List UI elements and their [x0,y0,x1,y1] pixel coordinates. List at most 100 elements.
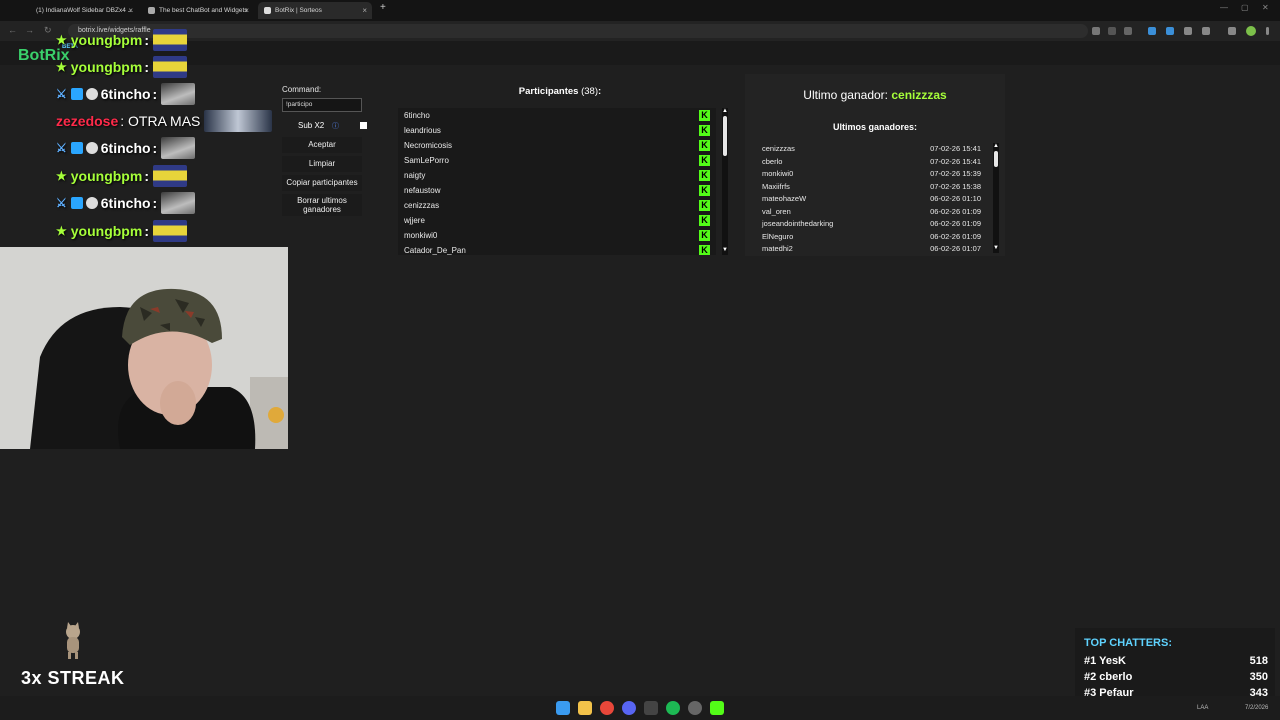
participants-scrollbar[interactable]: ▲ ▼ [722,108,728,255]
table-row: val_oren 06-02-26 01:09 [762,206,981,216]
close-icon[interactable]: × [244,6,249,15]
kick-icon: K [699,110,710,121]
table-row: mateohazeW 06-02-26 01:10 [762,194,981,203]
star-icon[interactable] [1124,27,1132,35]
winners-scrollbar[interactable]: ▲ ▼ [993,143,999,253]
sub-badge-icon: ★ [56,169,67,183]
close-window-icon[interactable]: ✕ [1262,3,1269,12]
scroll-down-icon[interactable]: ▼ [993,245,999,251]
kick-app-icon[interactable] [710,701,724,715]
extensions-puzzle-icon[interactable] [1202,27,1210,35]
cat-emote [161,83,196,105]
spotify-icon[interactable] [666,701,680,715]
list-item: nefaustow K [398,183,716,198]
browser-tab-bar: (1) IndianaWolf Sidebar DBZx4 ... × The … [0,0,1280,21]
participants-list[interactable]: 6tincho K leandrious K Necromicosis K SamLe… [398,108,716,255]
obs-icon[interactable] [688,701,702,715]
sidebar-icon[interactable] [1228,27,1236,35]
info-icon[interactable]: ⓘ [332,121,339,131]
minion-emote [152,29,187,51]
sword-badge-icon: ⚔ [56,196,67,210]
windows-start-icon[interactable] [556,701,570,715]
tab-indianawolf[interactable]: (1) IndianaWolf Sidebar DBZx4 ... × [26,2,138,19]
chat-message: ⚔ 6tincho: [56,136,196,160]
address-bar-row: ← → ↻ botrix.live/widgets/raffle [0,21,1280,41]
minion-emote [152,220,187,242]
table-row: monkiwi0 07-02-26 15:39 [762,169,981,178]
list-item: 6tincho K [398,108,716,123]
participants-title: Participantes (38): [518,86,602,97]
recent-winners-title: Ultimos ganadores: [832,122,917,132]
menu-icon[interactable] [1266,27,1269,35]
table-row: matedhi2 06-02-26 01:07 [762,244,981,253]
minimize-icon[interactable]: — [1220,3,1228,12]
clock[interactable]: 7/2/2026 [1245,705,1268,711]
eye-off-icon[interactable] [1108,27,1116,35]
app-icon[interactable] [644,701,658,715]
maximize-icon[interactable]: ▢ [1241,3,1249,12]
sub-x2-checkbox[interactable] [360,122,367,129]
kick-icon: K [699,230,710,241]
chat-message: ★ youngbpm: [56,28,187,52]
list-item: SamLePorro K [398,153,716,168]
table-row: Maxiifrfs 07-02-26 15:38 [762,181,981,191]
cat-emote [161,137,196,159]
tab-botrix-sorteos[interactable]: BotRix | Sorteos × [258,2,372,19]
extension-icon[interactable] [1148,27,1156,35]
page-header-strip [0,41,1280,65]
url-field[interactable]: botrix.live/widgets/raffle [68,24,1088,38]
sub-badge-icon: ★ [56,60,67,74]
table-row: joseandointhedarking 06-02-26 01:09 [762,219,981,228]
minion-emote [152,56,187,78]
chat-message: ⚔ 6tincho: [56,191,196,215]
translate-icon[interactable] [1092,27,1100,35]
copy-participants-button[interactable]: Copiar participantes [282,175,362,191]
chrome-icon[interactable] [600,701,614,715]
reload-icon[interactable]: ↻ [44,25,52,36]
forward-icon[interactable]: → [25,25,34,35]
new-tab-button[interactable]: + [380,2,386,13]
webcam-feed [0,247,288,449]
close-icon[interactable]: × [362,6,367,15]
kick-icon: K [699,140,710,151]
delete-winners-button[interactable]: Borrar ultimos ganadores [282,194,362,216]
extension-icon[interactable] [1166,27,1174,35]
og-badge-icon [70,142,83,154]
last-winner: Ultimo ganador: cenizzzas [803,88,947,102]
streamer-webcam-image [0,247,288,449]
cat-animation [62,620,84,660]
sword-badge-icon: ⚔ [56,87,67,101]
chat-message: ★ youngbpm: [56,164,187,188]
chat-message: zezedose: OTRA MAS [56,109,273,133]
scroll-up-icon[interactable]: ▲ [722,108,728,114]
accept-button[interactable]: Aceptar [282,137,362,153]
top-chatters-title: TOP CHATTERS: [1084,637,1173,649]
sub-badge-icon: ★ [56,224,67,238]
list-item: wjjere K [398,213,716,228]
back-icon[interactable]: ← [8,25,17,35]
command-input[interactable]: !participo [282,98,362,112]
table-row: ElNeguro 06-02-26 01:09 [762,231,981,241]
table-row: cberlo 07-02-26 15:41 [762,156,981,166]
list-item: Necromicosis K [398,138,716,153]
close-icon[interactable]: × [128,6,133,15]
sub-badge-icon: ★ [56,33,67,47]
profile-avatar[interactable] [1246,26,1256,36]
list-item: #1 YesK 518 [1084,655,1268,667]
site-icon [148,7,155,14]
scroll-thumb[interactable] [994,151,998,167]
scroll-thumb[interactable] [723,116,727,156]
clear-button[interactable]: Limpiar [282,156,362,172]
sub-x2-toggle-row: Sub X2 ⓘ [282,119,368,133]
scroll-down-icon[interactable]: ▼ [722,247,728,253]
tab-chatbot[interactable]: The best ChatBot and Widgets × [142,2,254,19]
list-item: naigty K [398,168,716,183]
recent-winners-list[interactable]: cenizzzas 07-02-26 15:41 cberlo 07-02-26 1… [757,143,989,253]
file-explorer-icon[interactable] [578,701,592,715]
list-item: monkiwi0 K [398,228,716,243]
extension-icon[interactable] [1184,27,1192,35]
windows-taskbar [0,696,1280,720]
scroll-up-icon[interactable]: ▲ [993,143,999,149]
language-indicator[interactable]: LAA [1197,705,1208,711]
discord-icon[interactable] [622,701,636,715]
